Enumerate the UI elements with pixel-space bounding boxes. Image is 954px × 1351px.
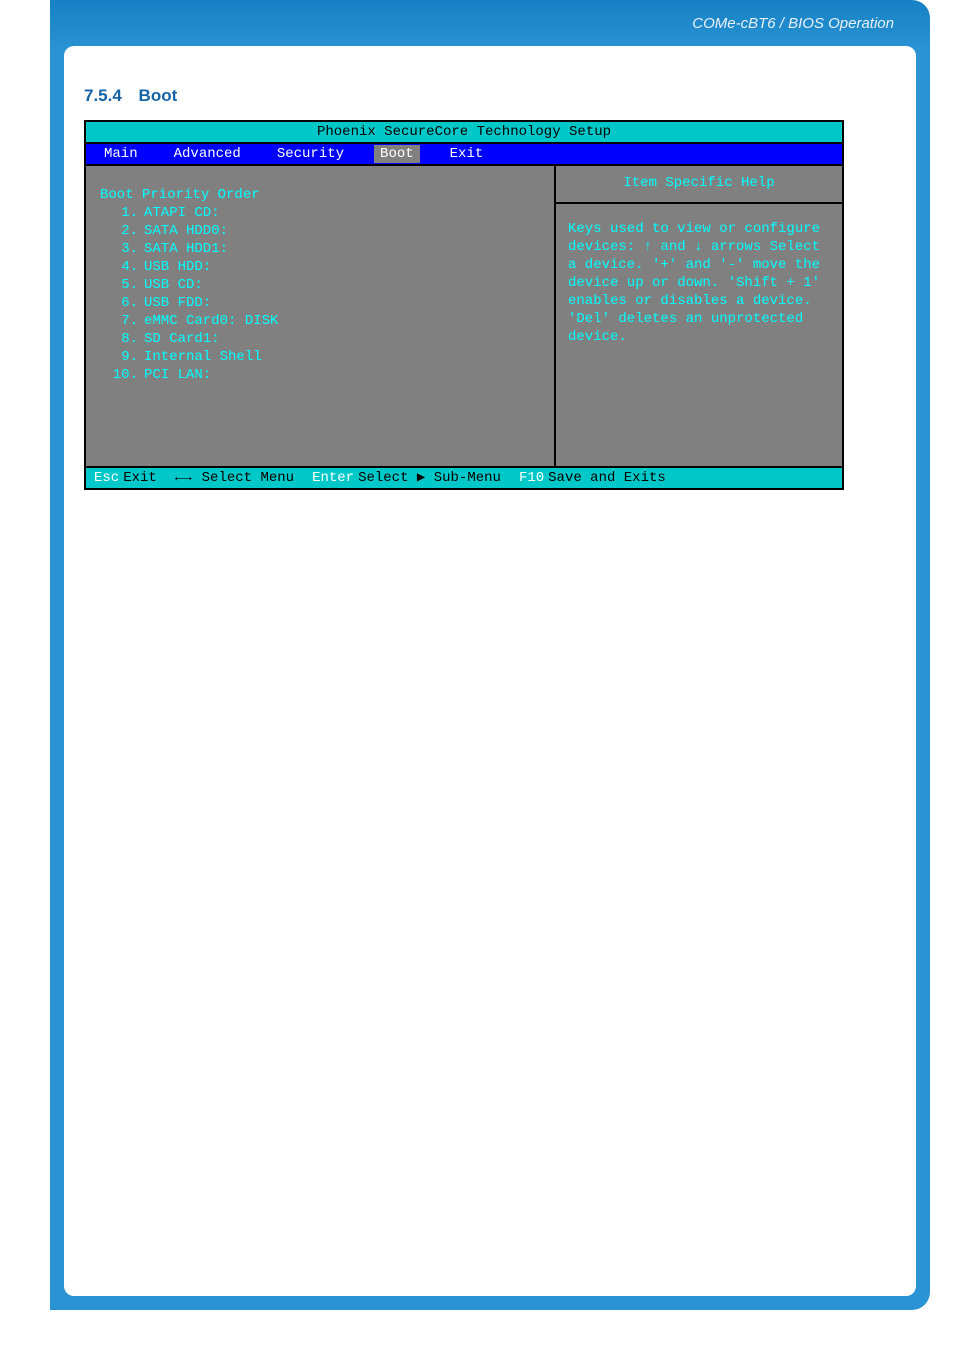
- boot-item-num: 7.: [100, 312, 138, 330]
- boot-item-label: USB CD:: [144, 277, 203, 293]
- bios-help-title: Item Specific Help: [556, 166, 842, 204]
- boot-item-label: SATA HDD1:: [144, 241, 228, 257]
- bios-body: Boot Priority Order 1. ATAPI CD: 2. SATA H…: [86, 166, 842, 466]
- boot-item-label: eMMC Card0: DISK: [144, 313, 278, 329]
- boot-item-num: 10.: [100, 366, 138, 384]
- bios-left-pane: Boot Priority Order 1. ATAPI CD: 2. SATA H…: [86, 166, 556, 466]
- footer-arrows-icon: ←→: [175, 469, 192, 487]
- footer-key-esc: Esc: [94, 469, 119, 487]
- boot-item-label: ATAPI CD:: [144, 205, 220, 221]
- boot-item-num: 2.: [100, 222, 138, 240]
- bios-footer-bar: Esc Exit ←→ Select Menu Enter Select ▶ S…: [86, 466, 842, 488]
- footer-key-f10: F10: [519, 469, 544, 487]
- boot-item-10[interactable]: 10. PCI LAN:: [100, 366, 540, 384]
- boot-item-3[interactable]: 3. SATA HDD1:: [100, 240, 540, 258]
- section-number: 7.5.4: [84, 86, 122, 105]
- boot-item-1[interactable]: 1. ATAPI CD:: [100, 204, 540, 222]
- bios-menu-security[interactable]: Security: [277, 145, 344, 163]
- footer-label-save: Save and Exits: [548, 469, 666, 487]
- bios-title-bar: Phoenix SecureCore Technology Setup: [86, 122, 842, 144]
- breadcrumb: COMe-cBT6 / BIOS Operation: [692, 15, 894, 32]
- boot-item-2[interactable]: 2. SATA HDD0:: [100, 222, 540, 240]
- content-card: 7.5.4 Boot Phoenix SecureCore Technology…: [64, 46, 916, 1296]
- bios-help-body: Keys used to view or configure devices: …: [556, 204, 842, 354]
- footer-label-select-menu: Select Menu: [202, 469, 294, 487]
- page-header: COMe-cBT6 / BIOS Operation: [50, 0, 930, 46]
- boot-item-4[interactable]: 4. USB HDD:: [100, 258, 540, 276]
- bios-menu-exit[interactable]: Exit: [450, 145, 484, 163]
- boot-priority-heading: Boot Priority Order: [100, 186, 540, 204]
- boot-item-7[interactable]: 7. eMMC Card0: DISK: [100, 312, 540, 330]
- section-heading: 7.5.4 Boot: [84, 86, 886, 106]
- boot-item-9[interactable]: 9. Internal Shell: [100, 348, 540, 366]
- boot-item-8[interactable]: 8. SD Card1:: [100, 330, 540, 348]
- boot-item-5[interactable]: 5. USB CD:: [100, 276, 540, 294]
- bios-screenshot: Phoenix SecureCore Technology Setup Main…: [84, 120, 844, 490]
- boot-item-num: 3.: [100, 240, 138, 258]
- boot-item-num: 1.: [100, 204, 138, 222]
- boot-item-num: 8.: [100, 330, 138, 348]
- boot-item-label: PCI LAN:: [144, 367, 211, 383]
- boot-item-6[interactable]: 6. USB FDD:: [100, 294, 540, 312]
- footer-label-exit: Exit: [123, 469, 157, 487]
- bios-menu-advanced[interactable]: Advanced: [174, 145, 241, 163]
- boot-item-num: 9.: [100, 348, 138, 366]
- boot-item-label: SD Card1:: [144, 331, 220, 347]
- boot-item-num: 5.: [100, 276, 138, 294]
- boot-item-num: 6.: [100, 294, 138, 312]
- boot-item-label: Internal Shell: [144, 349, 262, 365]
- boot-item-num: 4.: [100, 258, 138, 276]
- boot-item-label: USB HDD:: [144, 259, 211, 275]
- footer-key-enter: Enter: [312, 469, 354, 487]
- section-title: Boot: [139, 86, 178, 105]
- page-number: 88: [94, 1309, 134, 1325]
- footer-label-submenu: Select ▶ Sub-Menu: [358, 469, 501, 487]
- bios-help-pane: Item Specific Help Keys used to view or …: [556, 166, 842, 466]
- boot-item-label: USB FDD:: [144, 295, 211, 311]
- bios-menu-main[interactable]: Main: [104, 145, 138, 163]
- boot-item-label: SATA HDD0:: [144, 223, 228, 239]
- bios-menu-bar: Main Advanced Security Boot Exit: [86, 144, 842, 166]
- bios-menu-boot[interactable]: Boot: [374, 145, 420, 163]
